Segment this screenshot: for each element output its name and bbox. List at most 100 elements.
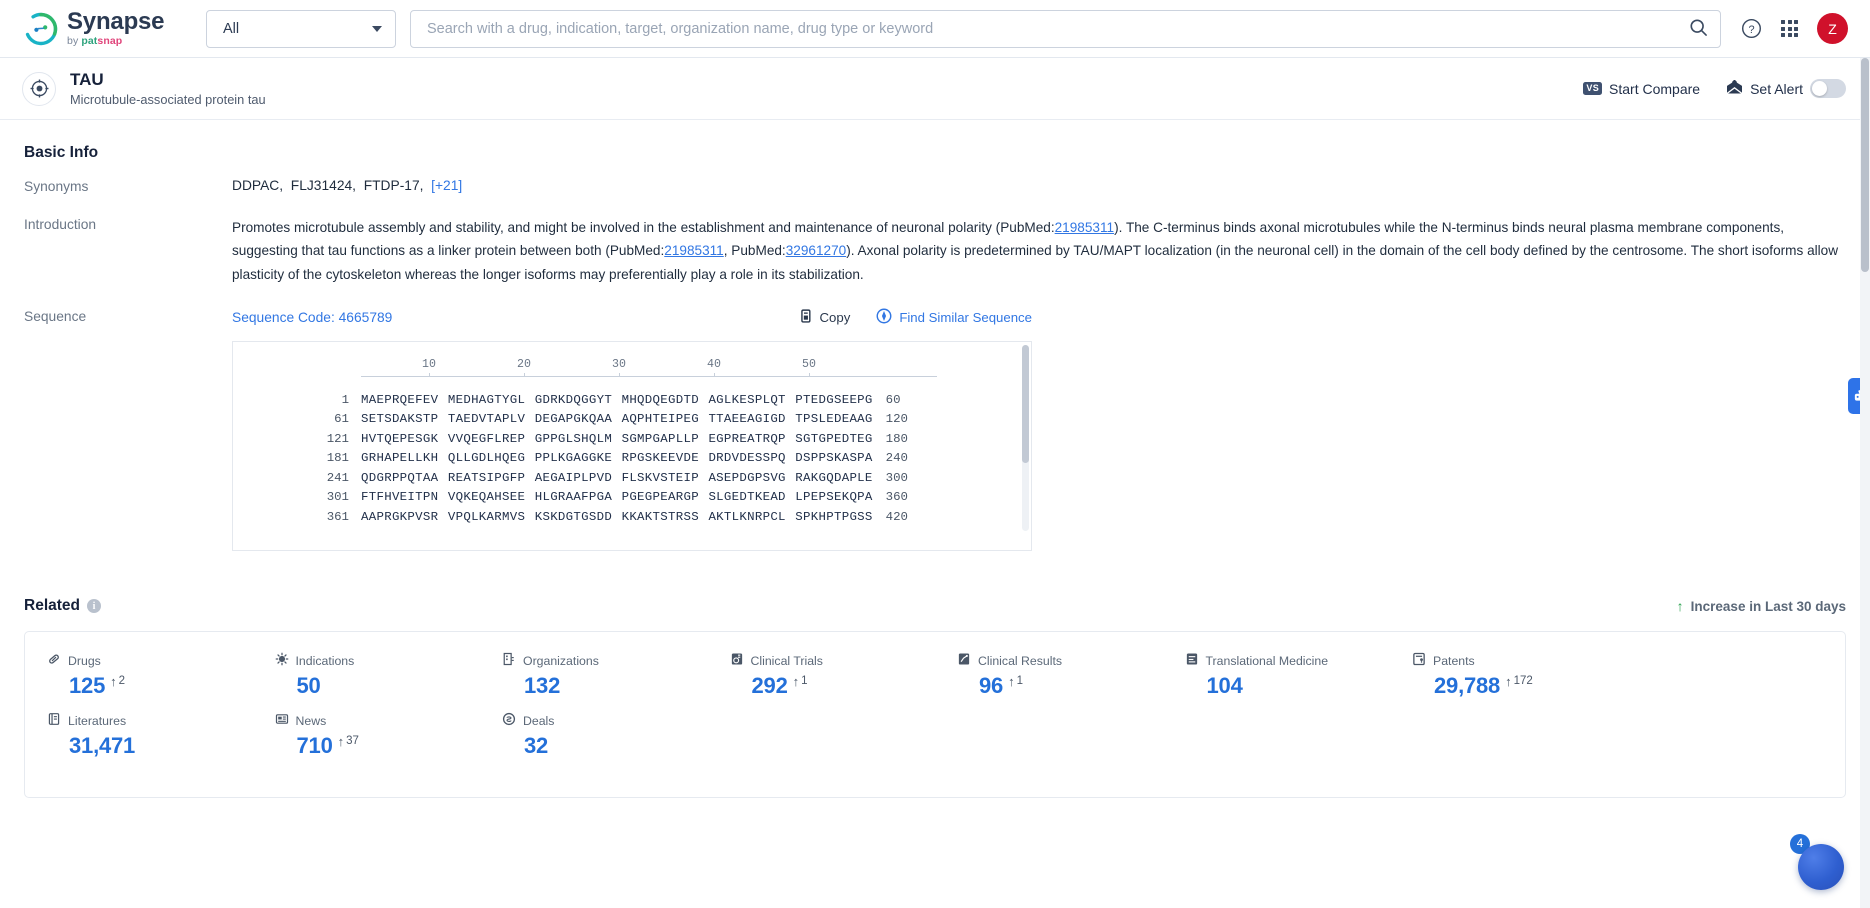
residue-chunk: TTAEEAGIGD (708, 412, 786, 427)
stat-value: 104 (1206, 673, 1243, 699)
stat-value: 292 (751, 673, 788, 699)
residue-chunk: AGLKESPLQT (708, 392, 786, 407)
residue-chunk: PTEDGSEEPG (795, 392, 873, 407)
sequence-end-index: 180 (885, 431, 908, 446)
window-scrollbar[interactable] (1860, 58, 1870, 908)
residue-chunk: DRDVDESSPQ (708, 451, 786, 466)
sequence-line: 301 FTFHVEITPN VQKEQAHSEE HLGRAAFPGA PGE… (233, 488, 1031, 508)
versus-badge-icon: VS (1583, 81, 1603, 96)
related-stats-card: Drugs 125 ↑ 2 Indications 50 Organizatio… (24, 631, 1846, 798)
sequence-scrollbar[interactable] (1022, 345, 1029, 532)
sequence-label: Sequence (24, 309, 87, 325)
sequence-ruler-line (361, 373, 937, 378)
stat-deals[interactable]: Deals 32 (480, 712, 708, 758)
info-icon[interactable]: i (87, 599, 101, 614)
stat-indications[interactable]: Indications 50 (253, 652, 481, 698)
question-circle-icon[interactable]: ? (1741, 18, 1762, 39)
brand-logo-link[interactable]: Synapse by patsnap (24, 10, 196, 47)
stat-literatures[interactable]: Literatures 31,471 (25, 712, 253, 758)
chat-widget: 4 (1786, 832, 1844, 890)
residue-chunk: AEGAIPLPVD (534, 470, 613, 485)
find-similar-label: Find Similar Sequence (899, 310, 1032, 326)
set-alert-toggle[interactable] (1810, 79, 1846, 98)
increase-legend-label: Increase in Last 30 days (1690, 598, 1846, 614)
stat-clinical-trials[interactable]: Clinical Trials 292 ↑ 1 (708, 652, 936, 698)
avatar[interactable]: Z (1817, 13, 1848, 44)
ruler-tick: 20 (517, 358, 531, 372)
find-similar-sequence-button[interactable]: Find Similar Sequence (876, 308, 1032, 327)
synonym-item: FLJ31424 (290, 178, 353, 193)
sequence-ruler: 10 20 30 40 50 (233, 358, 1031, 373)
synonyms-label: Synonyms (24, 179, 89, 194)
app-header: Synapse by patsnap All ? (0, 0, 1870, 58)
capsule-icon (47, 652, 61, 669)
ruler-tick: 30 (612, 358, 626, 372)
sequence-viewer[interactable]: 10 20 30 40 50 1 MAEPRQEFEV MEDHAGTYGL G… (232, 341, 1032, 552)
intro-part-3: , PubMed: (723, 243, 786, 259)
residue-chunk: VVQEGFLREP (447, 431, 526, 446)
stat-label: Patents (1433, 653, 1475, 668)
global-search (410, 9, 1721, 48)
stat-drugs[interactable]: Drugs 125 ↑ 2 (25, 652, 253, 698)
pubmed-link[interactable]: 32961270 (786, 243, 846, 258)
chat-bubble-icon[interactable] (1798, 844, 1844, 890)
residue-chunk: SLGEDTKEAD (708, 490, 786, 505)
residue-chunk: QLLGDLHQEG (447, 451, 526, 466)
sequence-code-link[interactable]: Sequence Code: 4665789 (232, 310, 392, 325)
synonyms-row: Synonyms DDPAC, FLJ31424, FTDP-17, [+21] (24, 178, 1846, 194)
stat-label: Clinical Results (978, 653, 1063, 668)
sequence-residues: HVTQEPESGK VVQEGFLREP GPPGLSHQLM SGMPGAP… (349, 432, 873, 446)
sequence-end-index: 420 (885, 509, 908, 524)
sequence-start-index: 241 (326, 470, 349, 485)
residue-chunk: KSKDGTGSDD (534, 509, 613, 524)
residue-chunk: PGEGPEARGP (621, 490, 699, 505)
stat-translational-medicine[interactable]: Translational Medicine 104 (1163, 652, 1391, 698)
stat-value: 29,788 (1434, 673, 1501, 699)
entity-description: Microtubule-associated protein tau (70, 92, 266, 108)
residue-chunk: VQKEQAHSEE (447, 490, 526, 505)
stat-value: 710 (296, 733, 333, 759)
residue-chunk: LPEPSEKQPA (795, 490, 873, 505)
stat-label: Literatures (68, 713, 127, 728)
stat-clinical-results[interactable]: Clinical Results 96 ↑ 1 (935, 652, 1163, 698)
stat-value: 125 (69, 673, 106, 699)
sequence-start-index: 301 (326, 490, 349, 505)
sequence-start-index: 61 (334, 412, 349, 427)
chevron-down-icon (372, 25, 382, 32)
stat-organizations[interactable]: Organizations 132 (480, 652, 708, 698)
residue-chunk: TPSLEDEAAG (795, 412, 873, 427)
pubmed-link[interactable]: 21985311 (664, 243, 723, 258)
arrow-up-icon: ↑ (1008, 674, 1015, 690)
page-content: Basic Info Synonyms DDPAC, FLJ31424, FTD… (0, 120, 1870, 908)
search-input[interactable] (411, 10, 1676, 47)
trial-flask-icon (730, 652, 744, 669)
residue-chunk: MHQDQEGDTD (621, 392, 699, 407)
sequence-start-index: 181 (326, 451, 349, 466)
pubmed-link[interactable]: 21985311 (1055, 220, 1114, 235)
stat-patents[interactable]: Patents 29,788 ↑ 172 (1390, 652, 1618, 698)
stat-delta-value: 1 (801, 675, 808, 688)
alert-mail-icon (1726, 78, 1743, 98)
app-grid-icon[interactable] (1781, 20, 1798, 37)
start-compare-button[interactable]: VS Start Compare (1583, 81, 1700, 97)
stat-value: 96 (979, 673, 1004, 699)
sequence-end-index: 360 (885, 490, 908, 505)
set-alert-control[interactable]: Set Alert (1726, 78, 1846, 98)
stat-delta-value: 1 (1016, 675, 1023, 688)
residue-chunk: GPPGLSHQLM (534, 431, 613, 446)
synonyms-value: DDPAC, FLJ31424, FTDP-17, [+21] (232, 178, 463, 193)
stat-delta: ↑ 1 (793, 675, 808, 688)
compass-icon (876, 308, 892, 327)
search-icon (1689, 18, 1708, 40)
copy-sequence-button[interactable]: Copy (798, 309, 850, 327)
search-submit-button[interactable] (1676, 11, 1720, 47)
sequence-line: 1 MAEPRQEFEV MEDHAGTYGL GDRKDQGGYT MHQDQ… (233, 390, 1031, 410)
synonyms-more-link[interactable]: [+21] (431, 178, 462, 193)
stat-value: 50 (296, 673, 321, 699)
stat-news[interactable]: News 710 ↑ 37 (253, 712, 481, 758)
search-scope-select[interactable]: All (206, 9, 396, 48)
synapse-logo-icon (24, 12, 58, 46)
ruler-tick: 40 (707, 358, 721, 372)
stat-label: News (295, 713, 327, 728)
sequence-line: 121 HVTQEPESGK VVQEGFLREP GPPGLSHQLM SGM… (233, 429, 1031, 449)
